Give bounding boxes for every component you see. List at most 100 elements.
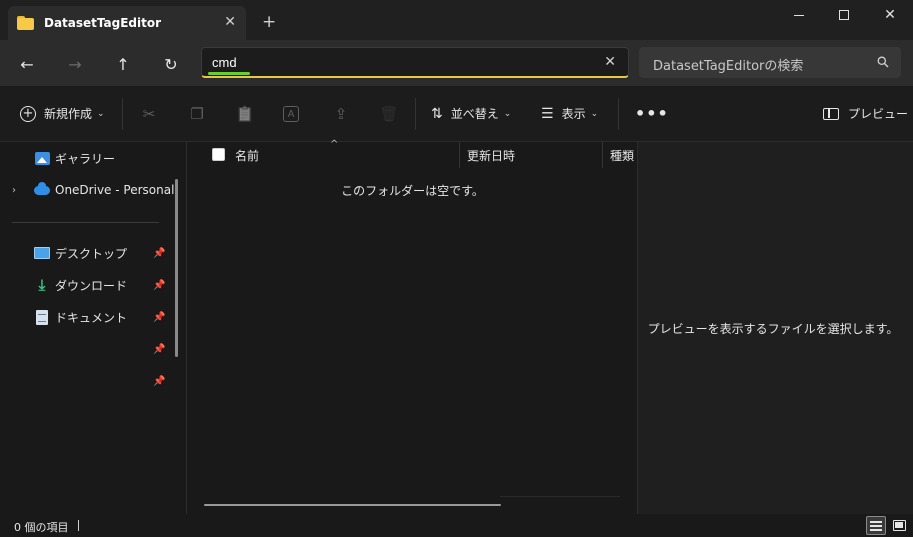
desktop-icon [34,247,50,259]
sort-label: 並べ替え [450,107,499,121]
preview-pane-icon [823,107,839,120]
sort-ascending-icon: ^ [330,139,339,150]
scrollbar-track [500,496,620,497]
plus-circle-icon: + [20,105,36,122]
navigation-bar: ← → ↑ ↻ cmd ✕ DatasetTagEditorの検索 [0,40,913,86]
chevron-down-icon: ⌄ [590,108,599,119]
pin-icon: 📌 [153,375,166,387]
spellcheck-underline [208,72,250,75]
arrow-up-icon: ↑ [116,54,130,74]
gallery-icon [34,151,50,165]
sidebar-item-pinned[interactable]: 📌 [0,335,175,363]
search-box[interactable]: DatasetTagEditorの検索 [639,47,901,78]
new-button[interactable]: + 新規作成 ⌄ [20,105,105,122]
preview-pane: プレビューを表示するファイルを選択します。 [637,142,913,514]
arrow-left-icon: ← [20,54,34,74]
maximize-button[interactable] [821,4,867,26]
sidebar-item-label: ドキュメント [55,310,128,325]
pin-icon: 📌 [153,247,166,259]
arrow-right-icon: → [68,54,82,74]
pin-icon: 📌 [153,343,166,355]
column-header-date-modified[interactable]: 更新日時 [467,147,515,164]
horizontal-scrollbar[interactable] [204,504,501,506]
expand-chevron-icon[interactable]: › [12,185,16,196]
maximize-icon [839,10,849,20]
sidebar-scrollbar[interactable] [175,179,178,357]
sidebar-item-documents[interactable]: ドキュメント 📌 [0,303,175,331]
share-icon[interactable]: ⇪ [331,104,351,124]
sidebar-divider [12,222,159,223]
column-header-row: 名前 ^ 更新日時 種類 [188,139,637,168]
column-header-name[interactable]: 名前 [235,147,259,164]
more-icon: ••• [635,104,669,123]
address-bar[interactable]: cmd ✕ [201,47,629,78]
item-count: 0 個の項目 [14,521,69,534]
column-header-type[interactable]: 種類 [610,147,634,164]
chevron-down-icon: ⌄ [97,108,105,119]
folder-icon [17,16,34,30]
sidebar-item-gallery[interactable]: ギャラリー [0,144,175,172]
large-icons-view-icon [892,520,906,531]
tab-title: DatasetTagEditor [44,16,162,30]
paste-icon[interactable]: 📋 [235,104,255,124]
search-input[interactable]: DatasetTagEditorの検索 [653,55,803,74]
new-tab-button[interactable]: + [262,12,276,32]
sidebar-item-label: デスクトップ [55,246,128,261]
column-divider[interactable] [459,142,460,168]
status-bar: 0 個の項目 [0,514,913,537]
sidebar-item-onedrive[interactable]: › OneDrive - Personal [0,176,175,204]
sidebar-item-desktop[interactable]: デスクトップ 📌 [0,239,175,267]
sidebar-item-pinned[interactable]: 📌 [0,367,175,395]
address-input[interactable]: cmd [212,55,237,70]
close-icon: ✕ [884,7,896,23]
view-button[interactable]: ☰ 表示 ⌄ [541,105,598,122]
pin-icon: 📌 [153,311,166,323]
document-icon [36,309,48,325]
separator [122,98,123,130]
new-label: 新規作成 [44,107,93,121]
separator [415,98,416,130]
tab-dataset-tag-editor[interactable]: DatasetTagEditor ✕ [8,6,246,40]
details-view-button[interactable] [866,516,886,535]
up-button[interactable]: ↑ [111,52,135,76]
sort-icon: ⇅ [431,105,443,122]
command-bar: + 新規作成 ⌄ ✂ ❐ 📋 A ⇪ 🗑 ⇅ 並べ替え ⌄ ☰ 表示 ⌄ •••… [0,86,913,142]
more-options-button[interactable]: ••• [635,104,669,123]
rename-icon[interactable]: A [283,106,299,122]
file-list: 名前 ^ 更新日時 種類 このフォルダーは空です。 [188,139,637,514]
refresh-button[interactable]: ↻ [159,52,183,76]
status-separator [78,520,79,531]
search-icon[interactable] [877,56,889,68]
pin-icon: 📌 [153,279,166,291]
refresh-icon: ↻ [164,54,178,74]
view-icon: ☰ [541,105,554,122]
preview-message: プレビューを表示するファイルを選択します。 [647,322,899,336]
select-all-checkbox[interactable] [212,148,225,161]
empty-folder-message: このフォルダーは空です。 [341,184,484,198]
sidebar-item-label: OneDrive - Personal [55,183,175,197]
preview-label: プレビュー [848,107,909,121]
details-view-icon [870,520,882,531]
sort-button[interactable]: ⇅ 並べ替え ⌄ [431,105,511,122]
sidebar-item-downloads[interactable]: ⤓ ダウンロード 📌 [0,271,175,299]
copy-icon[interactable]: ❐ [187,104,207,124]
sidebar-item-label: ギャラリー [55,151,116,166]
forward-button[interactable]: → [63,52,87,76]
chevron-down-icon: ⌄ [503,108,512,119]
sidebar-item-label: ダウンロード [55,278,128,293]
minimize-button[interactable] [776,4,822,26]
title-bar: DatasetTagEditor ✕ + ✕ [0,0,913,40]
cut-icon[interactable]: ✂ [139,104,159,124]
separator [618,98,619,130]
onedrive-cloud-icon [34,181,50,195]
back-button[interactable]: ← [15,52,39,76]
download-icon: ⤓ [38,276,46,294]
clear-address-icon[interactable]: ✕ [604,54,616,70]
navigation-pane: ギャラリー › OneDrive - Personal デスクトップ 📌 ⤓ ダ… [0,142,187,514]
tab-close-icon[interactable]: ✕ [224,14,236,30]
close-window-button[interactable]: ✕ [867,4,913,26]
preview-pane-button[interactable]: プレビュー [823,105,908,122]
delete-icon[interactable]: 🗑 [379,104,399,124]
tiles-view-button[interactable] [889,516,909,535]
column-divider[interactable] [602,142,603,168]
